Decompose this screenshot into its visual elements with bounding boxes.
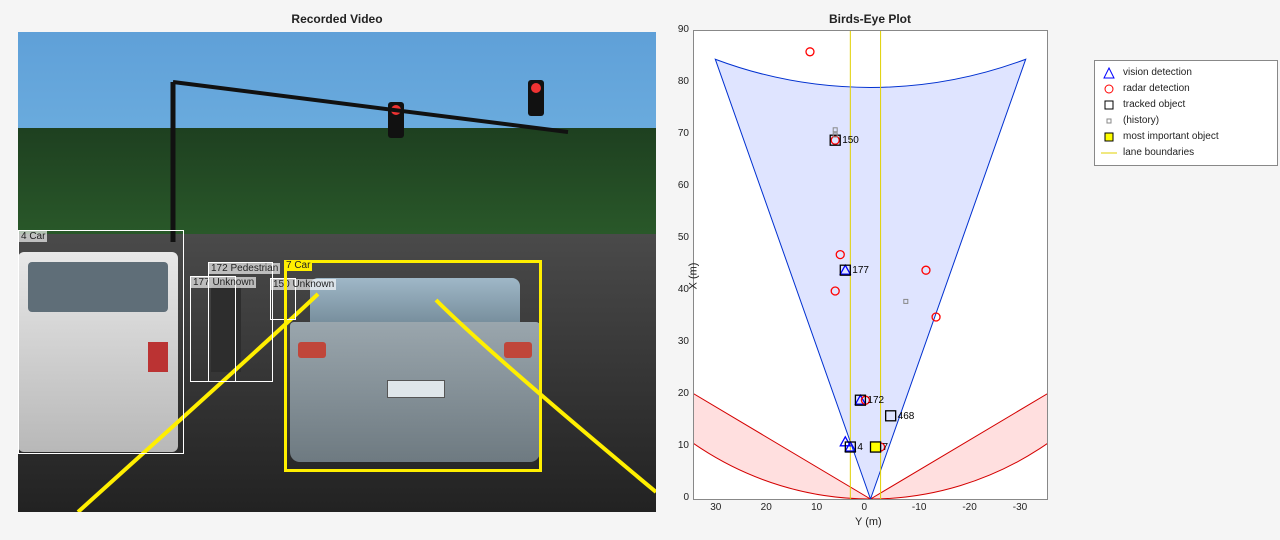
birdseye-canvas: 150 177 172 468 4 7 — [694, 31, 1047, 499]
legend-item-vision: vision detection — [1101, 65, 1271, 81]
legend-item-tracked: tracked object — [1101, 97, 1271, 113]
xtick: 20 — [761, 502, 772, 513]
detection-box-car: 7 Car — [284, 260, 542, 472]
ytick: 0 — [673, 492, 689, 503]
ytick: 30 — [673, 336, 689, 347]
recorded-video-panel: 4 Car177 Unknown172 Pedestrian150 Unknow… — [18, 32, 656, 512]
ytick: 90 — [673, 24, 689, 35]
legend-label: tracked object — [1123, 97, 1185, 113]
svg-text:177: 177 — [852, 265, 869, 276]
xtick: -30 — [1013, 502, 1027, 513]
xtick: -20 — [962, 502, 976, 513]
legend-item-radar: radar detection — [1101, 81, 1271, 97]
legend-item-mio: most important object — [1101, 129, 1271, 145]
xtick: -10 — [912, 502, 926, 513]
legend-label: (history) — [1123, 113, 1159, 129]
detection-label: 4 Car — [19, 231, 47, 242]
ytick: 10 — [673, 440, 689, 451]
legend-item-history: (history) — [1101, 113, 1271, 129]
figure-root: Recorded Video Birds-Eye Plot 4 Car177 U… — [0, 0, 1280, 540]
detection-label: 172 Pedestrian — [209, 263, 280, 274]
detection-box-car: 4 Car — [18, 230, 184, 454]
birdseye-ylabel: X (m) — [687, 263, 699, 290]
svg-text:172: 172 — [867, 395, 884, 406]
birdseye-xlabel: Y (m) — [855, 516, 882, 528]
svg-text:468: 468 — [898, 411, 915, 422]
ytick: 40 — [673, 284, 689, 295]
ytick: 80 — [673, 76, 689, 87]
xtick: 30 — [710, 502, 721, 513]
ytick: 70 — [673, 128, 689, 139]
birdseye-axes: 150 177 172 468 4 7 — [693, 30, 1048, 500]
xtick: 10 — [811, 502, 822, 513]
legend-label: radar detection — [1123, 81, 1190, 97]
ytick: 50 — [673, 232, 689, 243]
ytick: 60 — [673, 180, 689, 191]
detection-box-pedestrian: 172 Pedestrian — [208, 262, 273, 382]
svg-text:150: 150 — [842, 135, 859, 146]
legend-label: lane boundaries — [1123, 145, 1194, 161]
legend-box: vision detection radar detection tracked… — [1094, 60, 1278, 166]
xtick: 0 — [862, 502, 868, 513]
detection-label: 7 Car — [284, 260, 312, 271]
legend-label: vision detection — [1123, 65, 1192, 81]
svg-text:4: 4 — [857, 442, 863, 453]
svg-text:7: 7 — [883, 442, 889, 453]
legend-label: most important object — [1123, 129, 1219, 145]
legend-item-lane: lane boundaries — [1101, 145, 1271, 161]
video-title: Recorded Video — [18, 12, 656, 26]
ytick: 20 — [673, 388, 689, 399]
birdseye-title: Birds-Eye Plot — [680, 12, 1060, 26]
